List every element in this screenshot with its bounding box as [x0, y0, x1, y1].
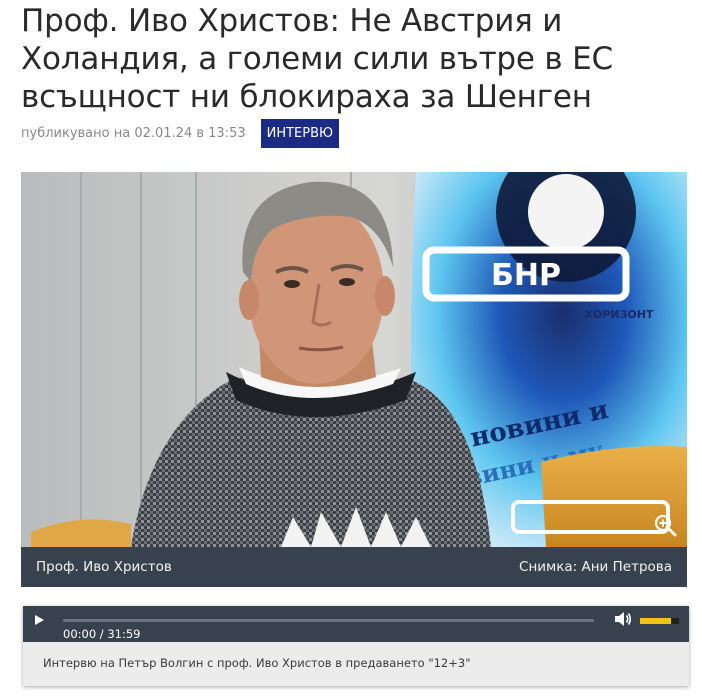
logo-subtitle: ХОРИЗОНТ — [585, 308, 654, 321]
player-controls: 00:00 / 31:59 — [23, 606, 689, 642]
zoom-in-icon[interactable] — [653, 513, 677, 537]
volume-slider[interactable] — [640, 618, 679, 624]
time-display: 00:00 / 31:59 — [63, 627, 141, 641]
audio-title: Интервю на Петър Волгин с проф. Иво Хрис… — [43, 656, 471, 670]
article-meta: публикувано на 02.01.24 в 13:53 Интервю — [21, 119, 340, 148]
volume-fill — [640, 618, 672, 624]
category-badge[interactable]: Интервю — [260, 119, 340, 148]
photo-illustration: БНР ХОРИЗОНТ новини и вини и му — [21, 172, 687, 547]
article-title: Проф. Иво Христов: Не Австрия и Холандия… — [21, 3, 613, 115]
publish-date: публикувано на 02.01.24 в 13:53 — [21, 126, 246, 141]
article-photo[interactable]: БНР ХОРИЗОНТ новини и вини и му — [21, 172, 687, 547]
logo-text: БНР — [491, 258, 561, 293]
play-icon[interactable] — [32, 613, 46, 627]
photo-caption-bar: Проф. Иво Христов Снимка: Ани Петрова — [21, 547, 687, 587]
speaker-icon[interactable] — [614, 611, 632, 627]
photo-caption: Проф. Иво Христов — [36, 559, 172, 575]
progress-slider[interactable] — [63, 619, 594, 622]
audio-player: 00:00 / 31:59 Интервю на Петър Волгин с … — [23, 606, 689, 686]
photo-credit: Снимка: Ани Петрова — [519, 559, 672, 575]
